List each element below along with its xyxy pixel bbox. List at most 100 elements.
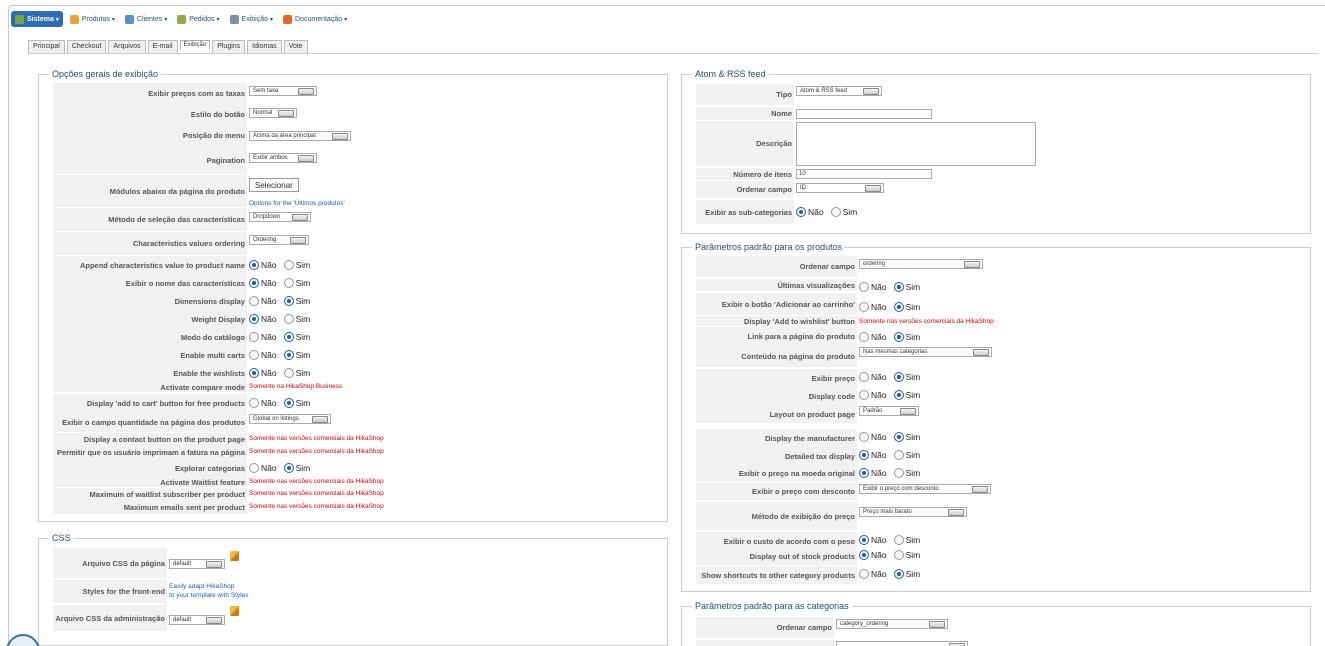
radio-yes[interactable] [283, 368, 294, 378]
tax-select[interactable]: Sem taxa [249, 86, 317, 96]
char-ordering-select[interactable]: Ordering [249, 235, 309, 245]
dropdown-button[interactable] [298, 155, 314, 162]
radio-yes[interactable] [283, 314, 294, 324]
select-value[interactable]: ordering [859, 259, 983, 269]
radio-no[interactable] [249, 278, 259, 288]
radio-yes[interactable] [893, 372, 904, 382]
dropdown-button[interactable] [900, 408, 916, 415]
feed-name-input[interactable] [796, 109, 932, 119]
select-value[interactable]: Atom & RSS feed [796, 86, 882, 96]
radio-yes[interactable] [893, 282, 904, 292]
radio-yes[interactable] [283, 350, 294, 360]
feed-type-select[interactable]: Atom & RSS feed [796, 86, 882, 96]
radio-no[interactable] [859, 468, 869, 478]
radio-no[interactable] [796, 207, 806, 217]
radio-yes[interactable] [283, 398, 294, 408]
radio-no[interactable] [859, 372, 869, 382]
select-value[interactable]: Acima da área principal [249, 131, 351, 141]
radio-yes[interactable] [283, 260, 294, 270]
select-value[interactable]: ID [796, 183, 884, 193]
select-value[interactable]: Preço mais barato [859, 507, 967, 517]
radio-no[interactable] [859, 332, 869, 342]
radio-no[interactable] [249, 463, 259, 473]
dropdown-button[interactable] [206, 617, 222, 624]
select-value[interactable]: Global on listings [249, 414, 331, 424]
menu-item-0[interactable]: Sistema ▾ [11, 11, 63, 27]
menu-item-3[interactable]: Pedidos ▾ [174, 11, 222, 27]
radio-yes[interactable] [893, 332, 904, 342]
dropdown-button[interactable] [332, 133, 348, 140]
radio-yes[interactable] [830, 207, 841, 217]
feed-order-select[interactable]: ID [796, 183, 884, 193]
radio-no[interactable] [859, 535, 869, 545]
edit-icon[interactable] [230, 551, 239, 561]
dropdown-button[interactable] [312, 416, 328, 423]
radio-no[interactable] [249, 314, 259, 324]
select-value[interactable]: Normal [249, 108, 297, 118]
radio-no[interactable] [859, 302, 869, 312]
radio-yes[interactable] [283, 332, 294, 342]
products-order-select[interactable]: ordering [859, 259, 983, 269]
select-value[interactable] [836, 641, 968, 646]
radio-no[interactable] [859, 282, 869, 292]
radio-no[interactable] [859, 550, 869, 560]
menu-item-2[interactable]: Clientes ▾ [122, 11, 170, 27]
select-value[interactable]: Ordering [249, 235, 309, 245]
select-value[interactable]: Exibir o preço com desconto [859, 484, 991, 494]
price-method-select[interactable]: Preço mais barato [859, 507, 967, 517]
dropdown-button[interactable] [973, 349, 989, 356]
dropdown-button[interactable] [298, 88, 314, 95]
categories-next-select[interactable] [836, 641, 968, 646]
layout-select[interactable]: Padrão [859, 406, 919, 416]
radio-yes[interactable] [893, 550, 904, 560]
tab-3[interactable]: E-mail [147, 40, 178, 54]
radio-yes[interactable] [283, 278, 294, 288]
dropdown-button[interactable] [929, 621, 945, 628]
css-front-select[interactable]: default [169, 559, 225, 569]
radio-yes[interactable] [893, 569, 904, 579]
categories-order-select[interactable]: category_ordering [836, 619, 948, 629]
select-value[interactable]: Nas mesmas categorias [859, 347, 992, 357]
tab-5[interactable]: Plugins [212, 40, 246, 54]
edit-icon[interactable] [230, 606, 239, 616]
radio-yes[interactable] [893, 535, 904, 545]
quantity-field-select[interactable]: Global on listings [249, 414, 331, 424]
feed-description-textarea[interactable] [796, 122, 1036, 166]
radio-yes[interactable] [283, 296, 294, 306]
radio-no[interactable] [249, 260, 259, 270]
select-value[interactable]: Dropdown [249, 212, 311, 222]
char-selection-select[interactable]: Dropdown [249, 212, 311, 222]
tab-2[interactable]: Arquivos [108, 40, 146, 54]
tab-7[interactable]: Vote [283, 40, 308, 54]
radio-yes[interactable] [893, 432, 904, 442]
select-value[interactable]: default [169, 559, 225, 569]
radio-yes[interactable] [893, 450, 904, 460]
dropdown-button[interactable] [865, 185, 881, 192]
menu-item-4[interactable]: Exibição ▾ [227, 11, 276, 27]
select-value[interactable]: Exibir ambos [249, 153, 317, 163]
tab-0[interactable]: Principal [28, 40, 65, 54]
tab-1[interactable]: Checkout [66, 40, 107, 54]
radio-no[interactable] [249, 296, 259, 306]
radio-yes[interactable] [893, 302, 904, 312]
radio-no[interactable] [859, 450, 869, 460]
radio-no[interactable] [859, 390, 869, 400]
dropdown-button[interactable] [206, 561, 222, 568]
discount-select[interactable]: Exibir o preço com desconto [859, 484, 991, 494]
radio-no[interactable] [859, 569, 869, 579]
select-value[interactable]: default [169, 615, 225, 625]
radio-no[interactable] [249, 368, 259, 378]
dropdown-button[interactable] [863, 88, 879, 95]
pagination-select[interactable]: Exibir ambos [249, 153, 317, 163]
radio-yes[interactable] [283, 463, 294, 473]
dropdown-button[interactable] [972, 486, 988, 493]
css-admin-select[interactable]: default [169, 615, 225, 625]
feed-items-input[interactable]: 10 [796, 169, 932, 179]
product-content-select[interactable]: Nas mesmas categorias [859, 347, 992, 357]
radio-no[interactable] [249, 398, 259, 408]
dropdown-button[interactable] [948, 509, 964, 516]
menu-position-select[interactable]: Acima da área principal [249, 131, 351, 141]
select-value[interactable]: category_ordering [836, 619, 948, 629]
tab-6[interactable]: Idiomas [247, 40, 282, 54]
dropdown-button[interactable] [290, 237, 306, 244]
